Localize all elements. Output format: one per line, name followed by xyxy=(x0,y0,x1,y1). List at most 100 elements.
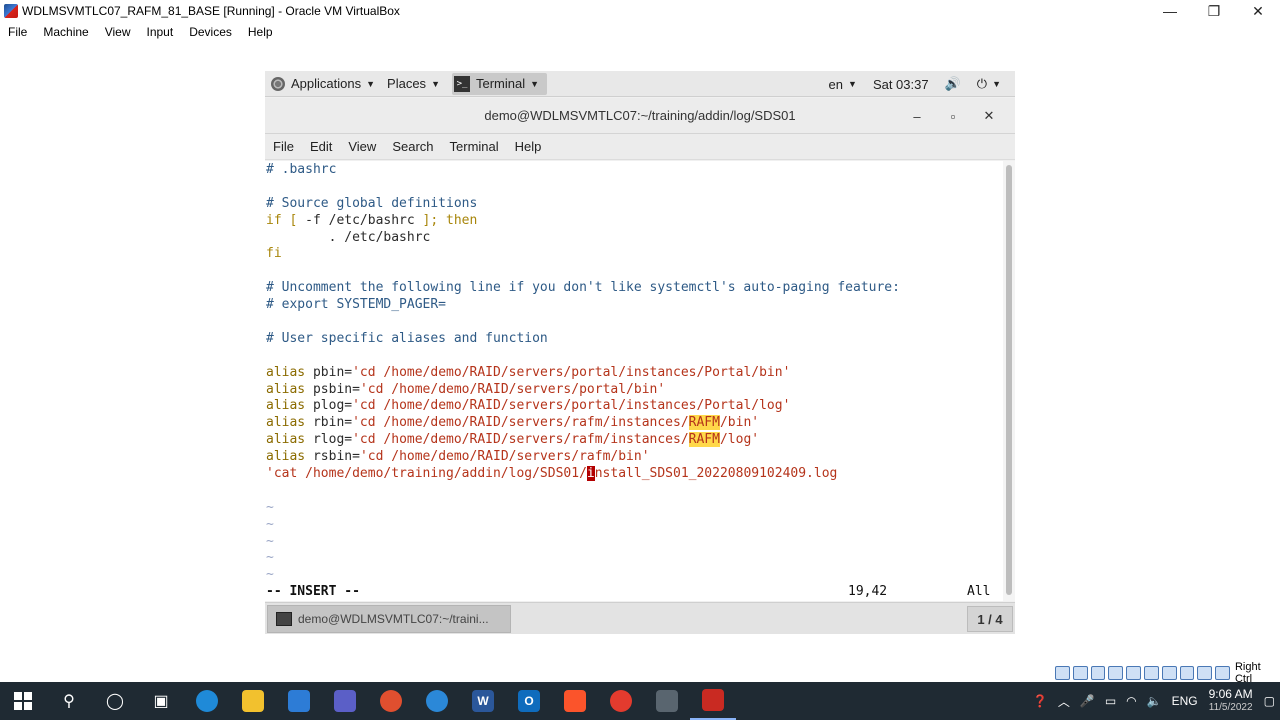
security-icon[interactable] xyxy=(276,682,322,720)
edge-icon[interactable] xyxy=(184,682,230,720)
places-menu[interactable]: Places ▼ xyxy=(381,71,446,97)
speaker-icon[interactable]: 🔈 xyxy=(1142,694,1167,708)
terminal-text-area[interactable]: # .bashrc # Source global definitions if [… xyxy=(265,161,1003,601)
terminal-text-segment: 'cd /home/demo/RAID/servers/portal/insta… xyxy=(352,364,791,380)
cube-app-icon[interactable] xyxy=(644,682,690,720)
browser-icon[interactable] xyxy=(368,682,414,720)
applications-menu[interactable]: Applications ▼ xyxy=(265,71,381,97)
terminal-line: alias rlog='cd /home/demo/RAID/servers/r… xyxy=(265,432,1003,449)
language-menu[interactable]: en ▼ xyxy=(821,71,865,97)
display-icon[interactable] xyxy=(1161,666,1177,680)
power-menu[interactable]: ⏻ ▼ xyxy=(969,71,1009,97)
terminal-text-segment: ~ xyxy=(266,533,274,549)
terminal-menu-search[interactable]: Search xyxy=(384,139,441,154)
terminal-menu-help[interactable]: Help xyxy=(507,139,550,154)
close-button[interactable]: ✕ xyxy=(1236,0,1280,22)
terminal-text-segment: 'cd /home/demo/RAID/servers/rafm/instanc… xyxy=(352,415,689,431)
host-menu-input[interactable]: Input xyxy=(139,25,182,39)
terminal-text-segment: 'cd /home/demo/RAID/servers/rafm/instanc… xyxy=(352,432,689,448)
optical-drive-icon[interactable] xyxy=(1072,666,1088,680)
brave-icon[interactable] xyxy=(552,682,598,720)
terminal-app-menu[interactable]: >_ Terminal ▼ xyxy=(446,71,553,97)
terminal-text-segment: /bin' xyxy=(719,415,760,431)
word-icon[interactable]: W xyxy=(460,682,506,720)
terminal-minimize-button[interactable]: – xyxy=(899,109,935,124)
audio-icon[interactable] xyxy=(1090,666,1106,680)
cursor-position: 19,42 xyxy=(848,584,888,599)
host-menu-file[interactable]: File xyxy=(0,25,35,39)
terminal-line: # Uncomment the following line if you do… xyxy=(265,280,1003,297)
terminal-menubar: File Edit View Search Terminal Help xyxy=(265,134,1015,160)
terminal-text-segment: -f /etc/bashrc xyxy=(305,212,423,228)
cpu-icon[interactable] xyxy=(1197,666,1213,680)
usb-icon[interactable] xyxy=(1126,666,1141,680)
microphone-icon[interactable]: 🎤 xyxy=(1075,694,1100,708)
chrome-icon[interactable] xyxy=(598,682,644,720)
network-icon[interactable] xyxy=(1108,666,1124,680)
mouse-integration-icon[interactable] xyxy=(1215,666,1230,680)
terminal-text-segment: # Source global definitions xyxy=(266,195,478,211)
task-view-icon[interactable]: ▣ xyxy=(138,682,184,720)
host-menu-devices[interactable]: Devices xyxy=(181,25,240,39)
terminal-icon: >_ xyxy=(453,75,470,92)
terminal-text-segment: if [ xyxy=(266,212,306,228)
recording-icon[interactable] xyxy=(1179,666,1195,680)
chevron-up-icon[interactable]: ︿ xyxy=(1053,693,1075,710)
terminal-menu-file[interactable]: File xyxy=(265,139,302,154)
clock-app-icon[interactable] xyxy=(414,682,460,720)
text-cursor: i xyxy=(586,466,595,482)
terminal-maximize-button[interactable]: ▫ xyxy=(935,109,971,124)
power-icon: ⏻ xyxy=(976,76,988,91)
terminal-text-segment: 'cd /home/demo/RAID/servers/portal/bin' xyxy=(359,381,666,397)
caret-down-icon: ▼ xyxy=(848,79,857,89)
host-window-title: WDLMSVMTLC07_RAFM_81_BASE [Running] - Or… xyxy=(22,4,400,18)
terminal-line: # Source global definitions xyxy=(265,196,1003,213)
terminal-text-segment: 'cd /home/demo/RAID/servers/rafm/bin' xyxy=(359,449,650,465)
vbox-statusbar: Right Ctrl xyxy=(1055,661,1280,685)
terminal-close-button[interactable]: ✕ xyxy=(971,108,1007,124)
host-menu-machine[interactable]: Machine xyxy=(35,25,96,39)
file-explorer-icon[interactable] xyxy=(230,682,276,720)
help-icon[interactable]: ❓ xyxy=(1028,694,1053,708)
host-titlebar: WDLMSVMTLC07_RAFM_81_BASE [Running] - Or… xyxy=(0,0,1280,22)
volume-icon[interactable]: 🔊 xyxy=(937,71,969,97)
terminal-line: 'cat /home/demo/training/addin/log/SDS01… xyxy=(265,466,1003,483)
search-icon[interactable]: ⚲ xyxy=(46,682,92,720)
cortana-icon[interactable]: ◯ xyxy=(92,682,138,720)
shared-folders-icon[interactable] xyxy=(1143,666,1159,680)
scrollbar-thumb[interactable] xyxy=(1006,165,1012,595)
terminal-line: ~ xyxy=(265,500,1003,517)
battery-icon[interactable]: ▭ xyxy=(1100,694,1121,708)
wifi-icon[interactable]: ◠ xyxy=(1121,694,1141,708)
terminal-line: alias pbin='cd /home/demo/RAID/servers/p… xyxy=(265,365,1003,382)
terminal-menu-terminal[interactable]: Terminal xyxy=(442,139,507,154)
outlook-icon[interactable]: O xyxy=(506,682,552,720)
teams-icon[interactable] xyxy=(322,682,368,720)
terminal-line: fi xyxy=(265,246,1003,263)
minimize-button[interactable]: — xyxy=(1148,0,1192,22)
terminal-text-segment: RAFM xyxy=(688,432,720,448)
workspace-indicator[interactable]: 1 / 4 xyxy=(967,606,1013,632)
terminal-text-segment: psbin= xyxy=(312,381,360,397)
caret-down-icon: ▼ xyxy=(992,79,1001,89)
taskbar-terminal-window[interactable]: demo@WDLMSVMTLC07:~/traini... xyxy=(267,604,511,633)
terminal-scrollbar[interactable] xyxy=(1003,161,1015,601)
language-indicator[interactable]: ENG xyxy=(1167,694,1203,708)
terminal-line: alias psbin='cd /home/demo/RAID/servers/… xyxy=(265,382,1003,399)
virtualbox-taskbar-icon[interactable] xyxy=(690,682,736,720)
start-button[interactable] xyxy=(0,682,46,720)
terminal-menu-edit[interactable]: Edit xyxy=(302,139,340,154)
terminal-menu-view[interactable]: View xyxy=(340,139,384,154)
restore-button[interactable]: ❐ xyxy=(1192,0,1236,22)
storage-icon[interactable] xyxy=(1055,666,1070,680)
taskbar-clock[interactable]: 9:06 AM 11/5/2022 xyxy=(1203,687,1259,715)
host-menu-view[interactable]: View xyxy=(97,25,139,39)
terminal-text-segment: ~ xyxy=(266,499,274,515)
host-window-controls: — ❐ ✕ xyxy=(1148,0,1280,22)
notification-icon[interactable]: ▢ xyxy=(1259,694,1280,708)
applications-icon xyxy=(271,76,285,91)
host-menu-help[interactable]: Help xyxy=(240,25,281,39)
guest-clock[interactable]: Sat 03:37 xyxy=(865,71,937,97)
